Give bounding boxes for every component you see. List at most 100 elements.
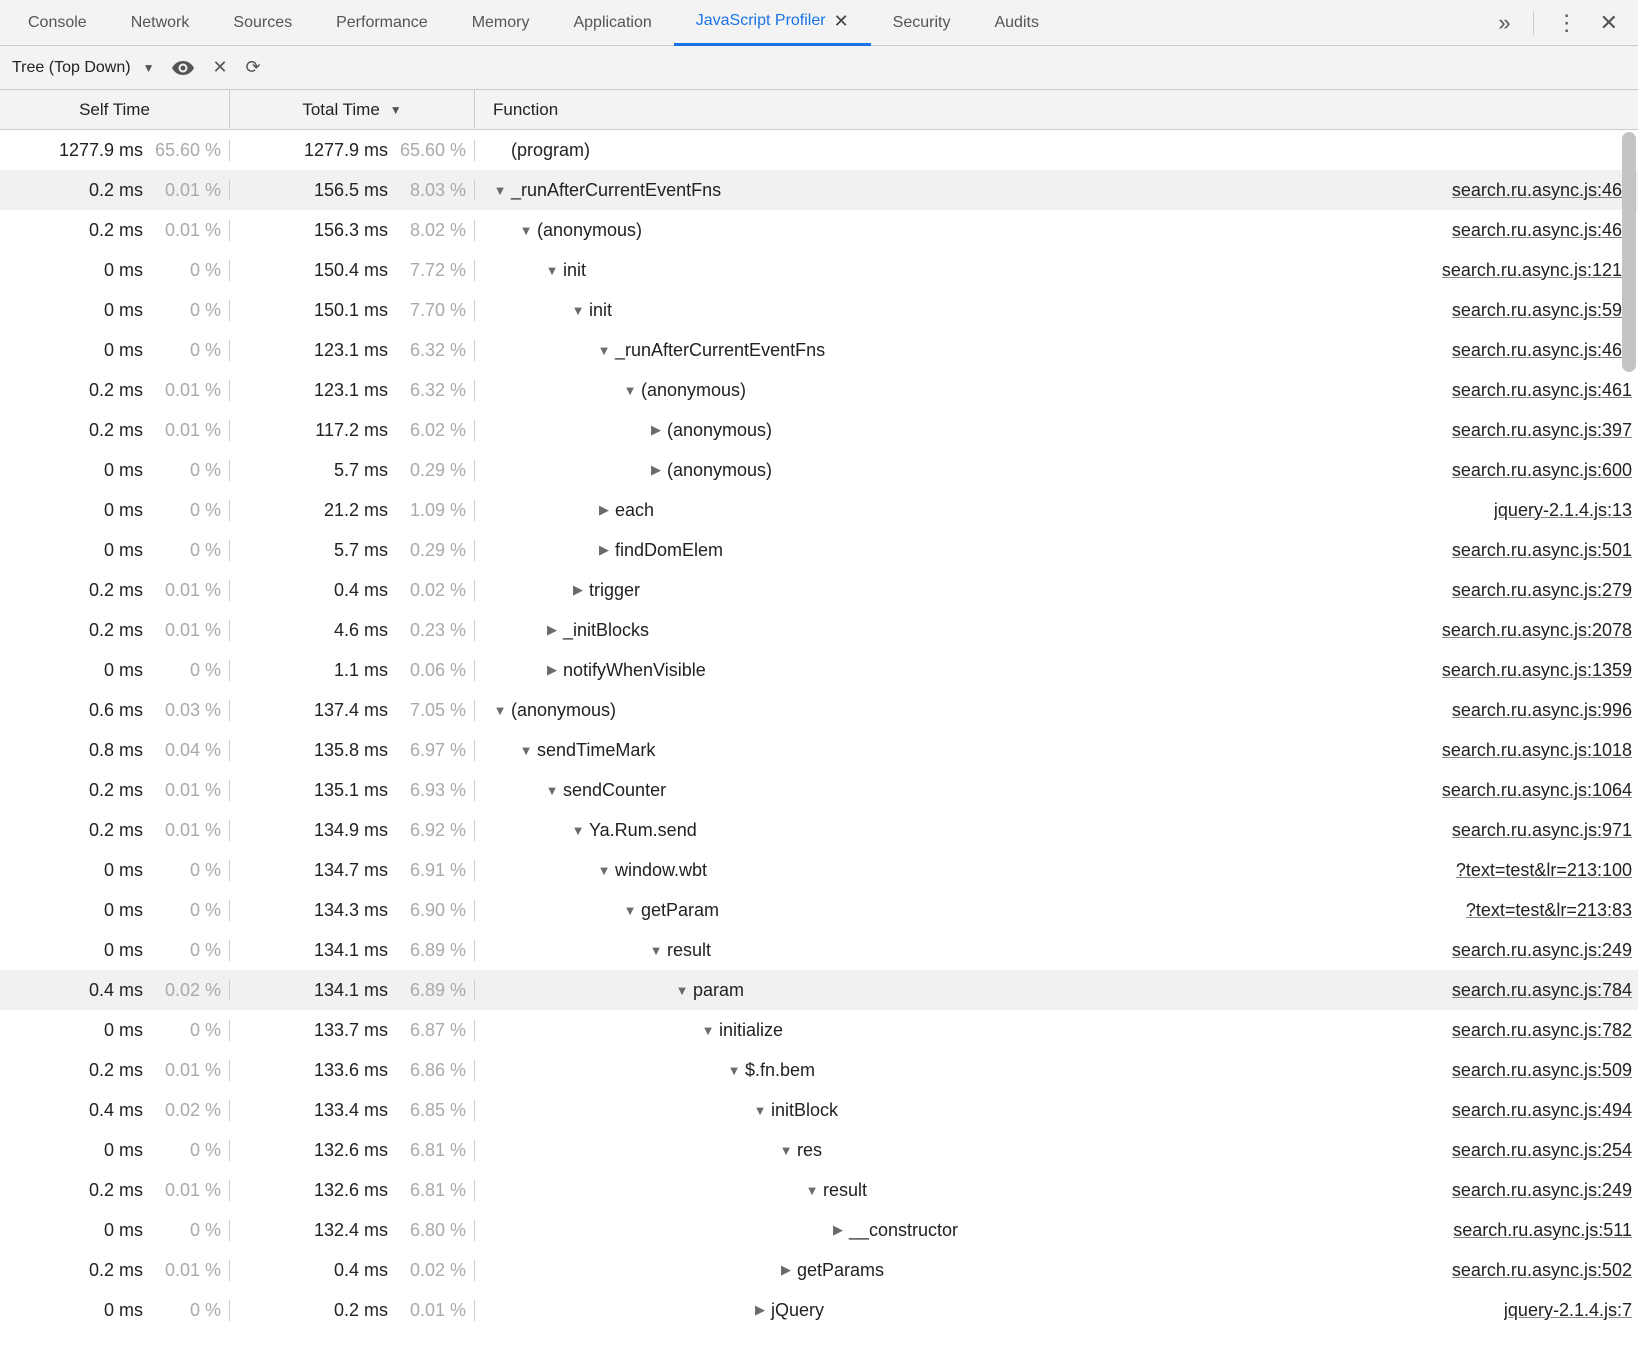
source-link[interactable]: search.ru.async.js:254: [1452, 1140, 1632, 1161]
source-link[interactable]: search.ru.async.js:1359: [1442, 660, 1632, 681]
source-link[interactable]: search.ru.async.js:249: [1452, 940, 1632, 961]
source-link[interactable]: search.ru.async.js:782: [1452, 1020, 1632, 1041]
column-header-function[interactable]: Function: [475, 90, 1638, 129]
close-devtools-icon[interactable]: ✕: [1600, 12, 1618, 34]
column-header-total-time[interactable]: Total Time ▼: [230, 90, 475, 129]
collapse-icon[interactable]: ▼: [519, 223, 533, 238]
expand-icon[interactable]: ▶: [545, 662, 559, 678]
expand-icon[interactable]: ▶: [597, 542, 611, 558]
source-link[interactable]: search.ru.async.js:2078: [1442, 620, 1632, 641]
source-link[interactable]: search.ru.async.js:1018: [1442, 740, 1632, 761]
tab-javascript-profiler[interactable]: JavaScript Profiler✕: [674, 0, 871, 46]
source-link[interactable]: search.ru.async.js:494: [1452, 1100, 1632, 1121]
tab-performance[interactable]: Performance: [314, 0, 450, 46]
refresh-icon[interactable]: ⟳: [246, 57, 261, 78]
source-link[interactable]: search.ru.async.js:397: [1452, 420, 1632, 441]
source-link[interactable]: search.ru.async.js:509: [1452, 1060, 1632, 1081]
collapse-icon[interactable]: ▼: [701, 1023, 715, 1038]
profile-row[interactable]: 0 ms0 %134.1 ms6.89 %▼resultsearch.ru.as…: [0, 930, 1638, 970]
source-link[interactable]: search.ru.async.js:1064: [1442, 780, 1632, 801]
source-link[interactable]: search.ru.async.js:501: [1452, 540, 1632, 561]
tab-audits[interactable]: Audits: [972, 0, 1060, 46]
profile-row[interactable]: 0.2 ms0.01 %135.1 ms6.93 %▼sendCounterse…: [0, 770, 1638, 810]
profile-row[interactable]: 0 ms0 %133.7 ms6.87 %▼initializesearch.r…: [0, 1010, 1638, 1050]
profile-row[interactable]: 0.2 ms0.01 %134.9 ms6.92 %▼Ya.Rum.sendse…: [0, 810, 1638, 850]
profile-row[interactable]: 0.2 ms0.01 %133.6 ms6.86 %▼$.fn.bemsearc…: [0, 1050, 1638, 1090]
profile-row[interactable]: 0.2 ms0.01 %156.3 ms8.02 %▼(anonymous)se…: [0, 210, 1638, 250]
source-link[interactable]: search.ru.async.js:1217: [1442, 260, 1632, 281]
collapse-icon[interactable]: ▼: [779, 1143, 793, 1158]
kebab-menu-icon[interactable]: ⋮: [1556, 12, 1578, 34]
source-link[interactable]: search.ru.async.js:598: [1452, 300, 1632, 321]
collapse-icon[interactable]: ▼: [545, 783, 559, 798]
source-link[interactable]: search.ru.async.js:249: [1452, 1180, 1632, 1201]
expand-icon[interactable]: ▶: [597, 502, 611, 518]
collapse-icon[interactable]: ▼: [727, 1063, 741, 1078]
collapse-icon[interactable]: ▼: [623, 383, 637, 398]
tab-application[interactable]: Application: [551, 0, 673, 46]
source-link[interactable]: search.ru.async.js:461: [1452, 380, 1632, 401]
source-link[interactable]: search.ru.async.js:600: [1452, 460, 1632, 481]
collapse-icon[interactable]: ▼: [597, 863, 611, 878]
profile-row[interactable]: 0.8 ms0.04 %135.8 ms6.97 %▼sendTimeMarks…: [0, 730, 1638, 770]
source-link[interactable]: search.ru.async.js:996: [1452, 700, 1632, 721]
profile-row[interactable]: 0 ms0 %21.2 ms1.09 %▶eachjquery-2.1.4.js…: [0, 490, 1638, 530]
source-link[interactable]: jquery-2.1.4.js:13: [1494, 500, 1632, 521]
profile-row[interactable]: 0.2 ms0.01 %123.1 ms6.32 %▼(anonymous)se…: [0, 370, 1638, 410]
collapse-icon[interactable]: ▼: [675, 983, 689, 998]
profile-row[interactable]: 1277.9 ms65.60 %1277.9 ms65.60 %(program…: [0, 130, 1638, 170]
source-link[interactable]: search.ru.async.js:511: [1453, 1220, 1632, 1241]
tab-memory[interactable]: Memory: [450, 0, 552, 46]
profile-row[interactable]: 0.2 ms0.01 %4.6 ms0.23 %▶_initBlockssear…: [0, 610, 1638, 650]
collapse-icon[interactable]: ▼: [493, 703, 507, 718]
profile-row[interactable]: 0.6 ms0.03 %137.4 ms7.05 %▼(anonymous)se…: [0, 690, 1638, 730]
source-link[interactable]: search.ru.async.js:971: [1452, 820, 1632, 841]
tab-security[interactable]: Security: [871, 0, 973, 46]
tab-console[interactable]: Console: [6, 0, 109, 46]
collapse-icon[interactable]: ▼: [597, 343, 611, 358]
profile-row[interactable]: 0 ms0 %132.4 ms6.80 %▶__constructorsearc…: [0, 1210, 1638, 1250]
tab-network[interactable]: Network: [109, 0, 212, 46]
profile-row[interactable]: 0.4 ms0.02 %133.4 ms6.85 %▼initBlocksear…: [0, 1090, 1638, 1130]
collapse-icon[interactable]: ▼: [623, 903, 637, 918]
profile-row[interactable]: 0 ms0 %134.7 ms6.91 %▼window.wbt?text=te…: [0, 850, 1638, 890]
profile-row[interactable]: 0.2 ms0.01 %0.4 ms0.02 %▶getParamssearch…: [0, 1250, 1638, 1290]
profile-row[interactable]: 0 ms0 %5.7 ms0.29 %▶findDomElemsearch.ru…: [0, 530, 1638, 570]
source-link[interactable]: search.ru.async.js:784: [1452, 980, 1632, 1001]
scrollbar-thumb[interactable]: [1622, 132, 1636, 372]
source-link[interactable]: ?text=test&lr=213:83: [1466, 900, 1632, 921]
overflow-tabs-icon[interactable]: »: [1498, 12, 1510, 34]
expand-icon[interactable]: ▶: [571, 582, 585, 598]
source-link[interactable]: search.ru.async.js:460: [1452, 340, 1632, 361]
view-mode-select[interactable]: Tree (Top Down) ▼: [12, 59, 154, 77]
collapse-icon[interactable]: ▼: [571, 823, 585, 838]
close-tab-icon[interactable]: ✕: [834, 11, 849, 32]
profile-row[interactable]: 0 ms0 %150.4 ms7.72 %▼initsearch.ru.asyn…: [0, 250, 1638, 290]
expand-icon[interactable]: ▶: [545, 622, 559, 638]
collapse-icon[interactable]: ▼: [753, 1103, 767, 1118]
vertical-scrollbar[interactable]: [1622, 132, 1636, 1356]
collapse-icon[interactable]: ▼: [519, 743, 533, 758]
expand-icon[interactable]: ▶: [649, 422, 663, 438]
expand-icon[interactable]: ▶: [831, 1222, 845, 1238]
profile-row[interactable]: 0.2 ms0.01 %0.4 ms0.02 %▶triggersearch.r…: [0, 570, 1638, 610]
collapse-icon[interactable]: ▼: [805, 1183, 819, 1198]
profile-row[interactable]: 0 ms0 %5.7 ms0.29 %▶(anonymous)search.ru…: [0, 450, 1638, 490]
clear-icon[interactable]: ✕: [212, 57, 227, 78]
collapse-icon[interactable]: ▼: [571, 303, 585, 318]
profile-row[interactable]: 0 ms0 %134.3 ms6.90 %▼getParam?text=test…: [0, 890, 1638, 930]
profile-row[interactable]: 0 ms0 %0.2 ms0.01 %▶jQueryjquery-2.1.4.j…: [0, 1290, 1638, 1330]
collapse-icon[interactable]: ▼: [493, 183, 507, 198]
tab-sources[interactable]: Sources: [211, 0, 314, 46]
column-header-self-time[interactable]: Self Time: [0, 90, 230, 129]
expand-icon[interactable]: ▶: [649, 462, 663, 478]
profile-row[interactable]: 0 ms0 %123.1 ms6.32 %▼_runAfterCurrentEv…: [0, 330, 1638, 370]
profile-row[interactable]: 0 ms0 %1.1 ms0.06 %▶notifyWhenVisiblesea…: [0, 650, 1638, 690]
profile-row[interactable]: 0 ms0 %150.1 ms7.70 %▼initsearch.ru.asyn…: [0, 290, 1638, 330]
collapse-icon[interactable]: ▼: [545, 263, 559, 278]
expand-icon[interactable]: ▶: [779, 1262, 793, 1278]
expand-icon[interactable]: ▶: [753, 1302, 767, 1318]
profile-row[interactable]: 0.2 ms0.01 %117.2 ms6.02 %▶(anonymous)se…: [0, 410, 1638, 450]
profile-row[interactable]: 0.2 ms0.01 %132.6 ms6.81 %▼resultsearch.…: [0, 1170, 1638, 1210]
source-link[interactable]: search.ru.async.js:502: [1452, 1260, 1632, 1281]
